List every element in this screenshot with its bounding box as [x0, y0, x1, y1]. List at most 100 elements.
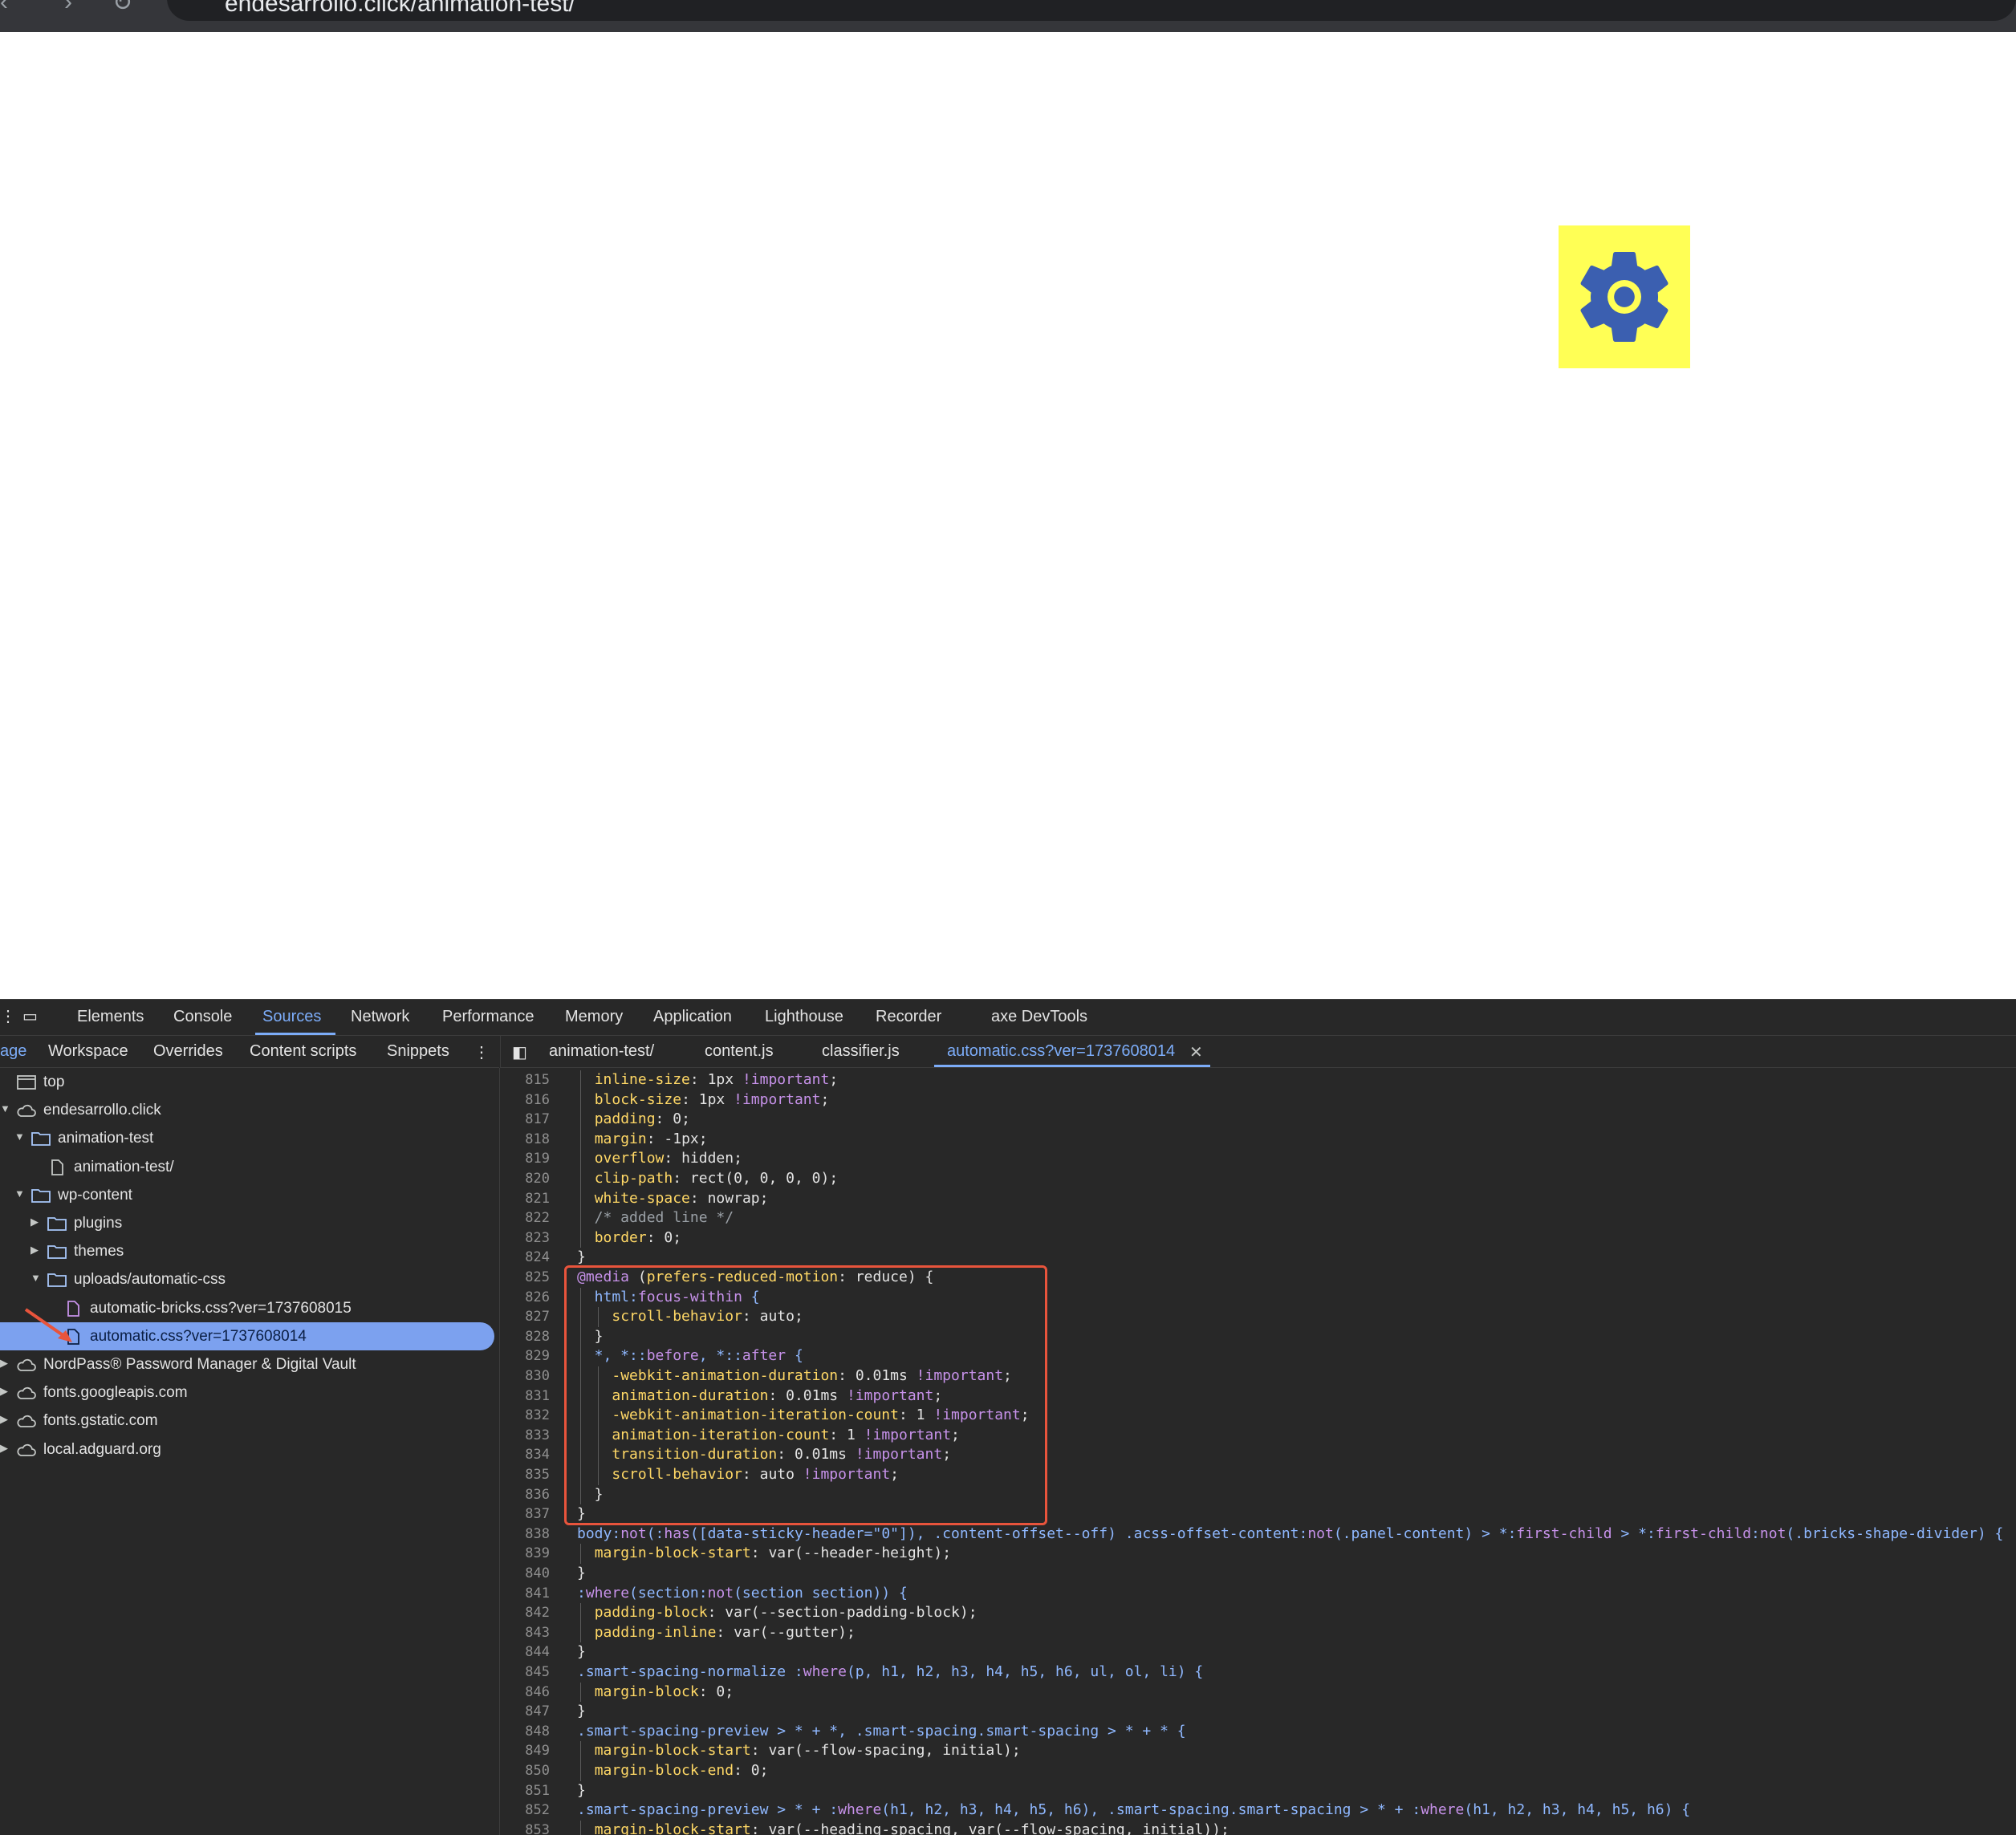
tree-item[interactable]: ▶ plugins	[0, 1209, 499, 1237]
tab-performance[interactable]: Performance	[442, 1008, 534, 1026]
line-number[interactable]: 848	[500, 1722, 550, 1742]
line-number[interactable]: 849	[500, 1741, 550, 1761]
collapse-arrow-icon[interactable]: ▶	[0, 1413, 8, 1426]
inspect-icon[interactable]: ⋮	[0, 1006, 16, 1026]
line-number[interactable]: 838	[500, 1524, 550, 1545]
code-text[interactable]: clip-path: rect(0, 0, 0, 0);	[577, 1169, 838, 1189]
code-line[interactable]: 842 padding-block: var(--section-padding…	[500, 1603, 2016, 1623]
expand-arrow-icon[interactable]: ▼	[14, 1187, 25, 1200]
tree-item[interactable]: ▶ fonts.googleapis.com	[0, 1378, 499, 1407]
line-number[interactable]: 844	[500, 1642, 550, 1662]
collapse-arrow-icon[interactable]: ▶	[30, 1244, 39, 1256]
code-line[interactable]: 823 border: 0;	[500, 1228, 2016, 1248]
code-text[interactable]: .smart-spacing-preview > * + *, .smart-s…	[577, 1722, 1186, 1742]
code-line[interactable]: 839 margin-block-start: var(--header-hei…	[500, 1544, 2016, 1564]
tab-page[interactable]: age	[0, 1042, 26, 1061]
tab-sources[interactable]: Sources	[262, 1008, 321, 1026]
code-text[interactable]: block-size: 1px !important;	[577, 1090, 830, 1110]
more-options-icon[interactable]: ⋮	[474, 1042, 490, 1062]
code-line[interactable]: 846 margin-block: 0;	[500, 1682, 2016, 1703]
line-number[interactable]: 822	[500, 1208, 550, 1228]
line-number[interactable]: 821	[500, 1189, 550, 1209]
reload-icon[interactable]: ↻	[112, 0, 132, 17]
code-line[interactable]: 844}	[500, 1642, 2016, 1662]
address-text[interactable]: endesarrollo.click/animation-test/	[225, 0, 575, 18]
line-number[interactable]: 828	[500, 1327, 550, 1347]
tab-overrides[interactable]: Overrides	[153, 1042, 223, 1061]
line-number[interactable]: 836	[500, 1485, 550, 1505]
line-number[interactable]: 818	[500, 1130, 550, 1150]
forward-icon[interactable]: ›	[64, 0, 72, 16]
code-text[interactable]: padding: 0;	[577, 1110, 690, 1130]
code-line[interactable]: 822 /* added line */	[500, 1208, 2016, 1228]
code-text[interactable]: margin: -1px;	[577, 1130, 708, 1150]
line-number[interactable]: 820	[500, 1169, 550, 1189]
line-number[interactable]: 830	[500, 1366, 550, 1386]
code-text[interactable]: body:not(:has([data-sticky-header="0"]),…	[577, 1524, 2003, 1545]
collapse-arrow-icon[interactable]: ▶	[0, 1385, 8, 1398]
line-number[interactable]: 847	[500, 1702, 550, 1722]
tree-item[interactable]: ▶ local.adguard.org	[0, 1435, 499, 1464]
tab-elements[interactable]: Elements	[77, 1008, 144, 1026]
line-number[interactable]: 846	[500, 1683, 550, 1703]
tab-snippets[interactable]: Snippets	[387, 1042, 449, 1061]
code-text[interactable]: .smart-spacing-preview > * + :where(h1, …	[577, 1800, 1690, 1821]
tab-console[interactable]: Console	[173, 1008, 232, 1026]
code-line[interactable]: 815 inline-size: 1px !important;	[500, 1070, 2016, 1090]
file-tab-content-js[interactable]: content.js	[705, 1042, 774, 1061]
line-number[interactable]: 840	[500, 1564, 550, 1584]
code-text[interactable]: }	[577, 1781, 586, 1801]
back-icon[interactable]: ‹	[0, 0, 8, 16]
code-line[interactable]: 851}	[500, 1781, 2016, 1801]
code-line[interactable]: 847}	[500, 1702, 2016, 1722]
line-number[interactable]: 845	[500, 1662, 550, 1683]
tree-item[interactable]: ▼ uploads/automatic-css	[0, 1265, 499, 1293]
tree-item[interactable]: animation-test/	[0, 1153, 499, 1181]
tab-memory[interactable]: Memory	[565, 1008, 623, 1026]
code-line[interactable]: 850 margin-block-end: 0;	[500, 1761, 2016, 1781]
code-text[interactable]: }	[577, 1702, 586, 1722]
tree-item[interactable]: ▶ NordPass® Password Manager & Digital Va…	[0, 1350, 499, 1378]
line-number[interactable]: 827	[500, 1307, 550, 1327]
line-number[interactable]: 825	[500, 1268, 550, 1288]
line-number[interactable]: 833	[500, 1426, 550, 1446]
tab-network[interactable]: Network	[351, 1008, 409, 1026]
line-number[interactable]: 815	[500, 1070, 550, 1090]
collapse-arrow-icon[interactable]: ▶	[0, 1442, 8, 1455]
line-number[interactable]: 817	[500, 1110, 550, 1130]
code-line[interactable]: 838 body:not(:has([data-sticky-header="0"…	[500, 1524, 2016, 1545]
line-number[interactable]: 853	[500, 1821, 550, 1835]
code-text[interactable]: border: 0;	[577, 1228, 681, 1248]
line-number[interactable]: 852	[500, 1800, 550, 1821]
code-line[interactable]: 845 .smart-spacing-normalize :where(p, h1…	[500, 1662, 2016, 1683]
code-text[interactable]: white-space: nowrap;	[577, 1189, 769, 1209]
toggle-navigator-icon[interactable]: ◧	[512, 1042, 527, 1062]
code-text[interactable]: margin-block: 0;	[577, 1683, 734, 1703]
code-line[interactable]: 843 padding-inline: var(--gutter);	[500, 1622, 2016, 1643]
code-text[interactable]: /* added line */	[577, 1208, 734, 1228]
line-number[interactable]: 851	[500, 1781, 550, 1801]
code-text[interactable]: margin-block-start: var(--header-height)…	[577, 1544, 951, 1564]
line-number[interactable]: 826	[500, 1288, 550, 1308]
code-text[interactable]: padding-inline: var(--gutter);	[577, 1623, 856, 1643]
line-number[interactable]: 842	[500, 1603, 550, 1623]
line-number[interactable]: 850	[500, 1761, 550, 1781]
code-text[interactable]: }	[577, 1564, 586, 1584]
close-tab-icon[interactable]: ✕	[1189, 1042, 1203, 1062]
line-number[interactable]: 816	[500, 1090, 550, 1110]
collapse-arrow-icon[interactable]: ▶	[0, 1357, 8, 1370]
file-tab-automatic-css[interactable]: automatic.css?ver=1737608014	[947, 1042, 1175, 1061]
code-line[interactable]: 849 margin-block-start: var(--flow-spaci…	[500, 1741, 2016, 1761]
code-text[interactable]: }	[577, 1642, 586, 1662]
line-number[interactable]: 837	[500, 1504, 550, 1524]
tab-axe-devtools[interactable]: axe DevTools	[991, 1008, 1087, 1026]
code-line[interactable]: 841:where(section:not(section section)) …	[500, 1584, 2016, 1604]
code-line[interactable]: 848 .smart-spacing-preview > * + *, .smar…	[500, 1722, 2016, 1742]
line-number[interactable]: 823	[500, 1228, 550, 1248]
line-number[interactable]: 843	[500, 1623, 550, 1643]
code-line[interactable]: 840}	[500, 1564, 2016, 1584]
tree-item[interactable]: ▼ endesarrollo.click	[0, 1096, 499, 1124]
code-line[interactable]: 816 block-size: 1px !important;	[500, 1090, 2016, 1110]
code-text[interactable]: margin-block-end: 0;	[577, 1761, 769, 1781]
code-line[interactable]: 817 padding: 0;	[500, 1110, 2016, 1130]
